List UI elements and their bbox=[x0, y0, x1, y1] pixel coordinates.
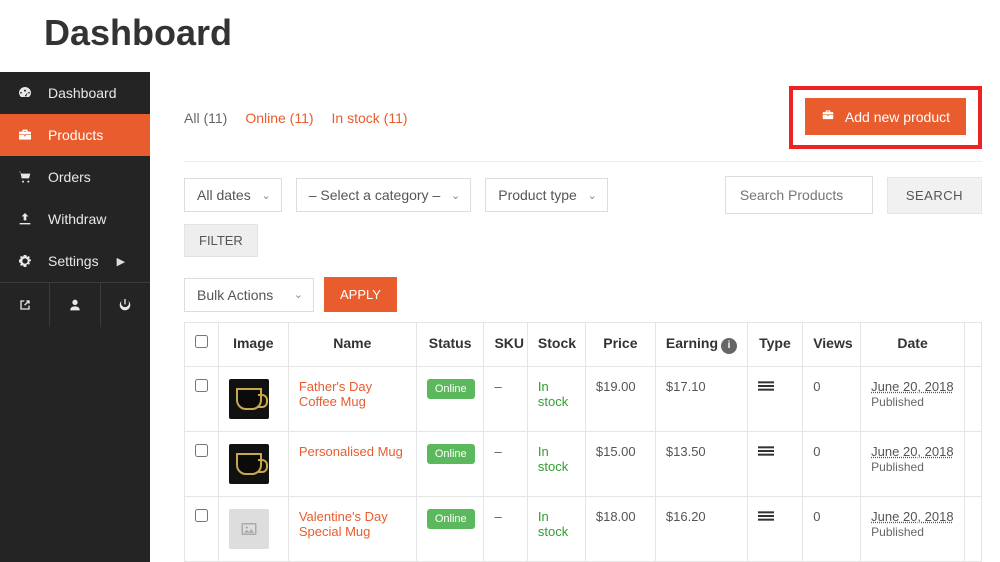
product-name-link[interactable]: Personalised Mug bbox=[299, 444, 403, 459]
sidebar-item-orders[interactable]: Orders bbox=[0, 156, 150, 198]
select-all-checkbox[interactable] bbox=[195, 335, 208, 348]
chevron-down-icon: ⌄ bbox=[261, 189, 270, 202]
type-cell bbox=[747, 366, 803, 431]
type-cell bbox=[747, 431, 803, 496]
row-checkbox[interactable] bbox=[195, 509, 208, 522]
col-views: Views bbox=[803, 323, 861, 367]
sidebar-item-label: Withdraw bbox=[48, 211, 106, 227]
earning-cell: $16.20 bbox=[655, 496, 747, 561]
col-price: Price bbox=[585, 323, 655, 367]
chevron-down-icon: ⌄ bbox=[588, 189, 597, 202]
sidebar-item-products[interactable]: Products bbox=[0, 114, 150, 156]
sidebar-item-withdraw[interactable]: Withdraw bbox=[0, 198, 150, 240]
col-earning: Earningi bbox=[655, 323, 747, 367]
col-image: Image bbox=[218, 323, 288, 367]
views-cell: 0 bbox=[803, 496, 861, 561]
power-button[interactable] bbox=[101, 283, 150, 327]
table-row: Father's Day Coffee MugOnline–In stock$1… bbox=[185, 366, 982, 431]
chevron-down-icon: ⌄ bbox=[294, 288, 303, 301]
row-checkbox[interactable] bbox=[195, 379, 208, 392]
stock-cell: In stock bbox=[527, 366, 585, 431]
stock-cell: In stock bbox=[527, 431, 585, 496]
info-icon: i bbox=[721, 338, 737, 354]
date-cell: June 20, 2018Published bbox=[861, 431, 965, 496]
search-button[interactable]: SEARCH bbox=[887, 177, 982, 214]
status-badge: Online bbox=[427, 444, 475, 464]
gear-icon bbox=[16, 252, 34, 270]
page-title: Dashboard bbox=[0, 0, 1000, 72]
sidebar-icon-row bbox=[0, 282, 150, 327]
filter-instock-link[interactable]: In stock (11) bbox=[332, 110, 408, 126]
views-cell: 0 bbox=[803, 431, 861, 496]
col-status: Status bbox=[416, 323, 484, 367]
content-area: All (11) Online (11) In stock (11) Add n… bbox=[150, 72, 1000, 562]
add-new-product-button[interactable]: Add new product bbox=[805, 98, 966, 135]
product-name-link[interactable]: Valentine's Day Special Mug bbox=[299, 509, 388, 539]
chevron-down-icon: ⌄ bbox=[451, 189, 460, 202]
briefcase-icon bbox=[821, 108, 835, 125]
col-type: Type bbox=[747, 323, 803, 367]
sku-cell: – bbox=[484, 431, 527, 496]
type-cell bbox=[747, 496, 803, 561]
table-row: Personalised Mug Online–In stock$15.00$13… bbox=[185, 431, 982, 496]
product-thumbnail bbox=[229, 509, 269, 549]
briefcase-icon bbox=[16, 126, 34, 144]
col-date: Date bbox=[861, 323, 965, 367]
date-cell: June 20, 2018Published bbox=[861, 366, 965, 431]
sidebar-item-label: Products bbox=[48, 127, 103, 143]
stock-cell: In stock bbox=[527, 496, 585, 561]
add-product-highlight: Add new product bbox=[789, 86, 982, 149]
col-stock: Stock bbox=[527, 323, 585, 367]
earning-cell: $17.10 bbox=[655, 366, 747, 431]
product-type-select[interactable]: Product type ⌄ bbox=[485, 178, 608, 212]
status-badge: Online bbox=[427, 509, 475, 529]
products-table: Image Name Status SKU Stock Price Earnin… bbox=[184, 322, 982, 562]
sidebar-item-settings[interactable]: Settings ▶ bbox=[0, 240, 150, 282]
status-badge: Online bbox=[427, 379, 475, 399]
external-link-button[interactable] bbox=[0, 283, 50, 327]
upload-icon bbox=[16, 210, 34, 228]
table-row: Valentine's Day Special Mug Online–In sto… bbox=[185, 496, 982, 561]
row-checkbox[interactable] bbox=[195, 444, 208, 457]
filter-button[interactable]: FILTER bbox=[184, 224, 258, 257]
sidebar-item-dashboard[interactable]: Dashboard bbox=[0, 72, 150, 114]
col-name: Name bbox=[288, 323, 416, 367]
sidebar-item-label: Settings bbox=[48, 253, 99, 269]
filter-online-link[interactable]: Online (11) bbox=[245, 110, 313, 126]
category-select[interactable]: – Select a category – ⌄ bbox=[296, 178, 472, 212]
sku-cell: – bbox=[484, 496, 527, 561]
user-button[interactable] bbox=[50, 283, 100, 327]
earning-cell: $13.50 bbox=[655, 431, 747, 496]
cart-icon bbox=[16, 168, 34, 186]
chevron-right-icon: ▶ bbox=[117, 255, 125, 268]
dates-select[interactable]: All dates ⌄ bbox=[184, 178, 282, 212]
product-thumbnail bbox=[229, 379, 269, 419]
sidebar: Dashboard Products Orders Withdraw Setti… bbox=[0, 72, 150, 562]
price-cell: $15.00 bbox=[585, 431, 655, 496]
sku-cell: – bbox=[484, 366, 527, 431]
date-cell: June 20, 2018Published bbox=[861, 496, 965, 561]
product-thumbnail bbox=[229, 444, 269, 484]
col-sku: SKU bbox=[484, 323, 527, 367]
gauge-icon bbox=[16, 84, 34, 102]
search-input[interactable] bbox=[725, 176, 873, 214]
sidebar-item-label: Dashboard bbox=[48, 85, 117, 101]
sidebar-item-label: Orders bbox=[48, 169, 91, 185]
bulk-actions-select[interactable]: Bulk Actions ⌄ bbox=[184, 278, 314, 312]
add-button-label: Add new product bbox=[845, 109, 950, 125]
apply-button[interactable]: APPLY bbox=[324, 277, 397, 312]
filter-all-link[interactable]: All (11) bbox=[184, 110, 227, 126]
views-cell: 0 bbox=[803, 366, 861, 431]
price-cell: $19.00 bbox=[585, 366, 655, 431]
price-cell: $18.00 bbox=[585, 496, 655, 561]
status-filter-links: All (11) Online (11) In stock (11) bbox=[184, 110, 408, 126]
product-name-link[interactable]: Father's Day Coffee Mug bbox=[299, 379, 372, 409]
